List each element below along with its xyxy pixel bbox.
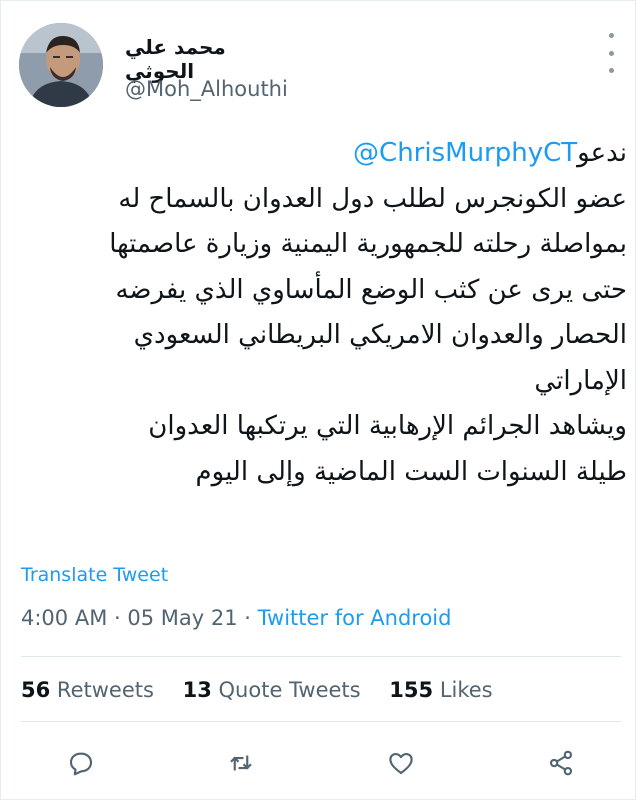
tweet-line-6: الإماراتي <box>534 365 627 396</box>
author-display-name[interactable]: محمد علي الحوثي <box>125 35 300 83</box>
likes-stat[interactable]: 155 Likes <box>389 678 492 702</box>
divider <box>21 656 621 657</box>
likes-label: Likes <box>439 678 493 702</box>
author-handle[interactable]: @Moh_Alhouthi <box>125 77 288 101</box>
tweet-source[interactable]: Twitter for Android <box>258 606 452 630</box>
retweets-count: 56 <box>21 678 51 702</box>
avatar[interactable] <box>19 23 103 107</box>
retweets-label: Retweets <box>56 678 154 702</box>
tweet-meta: 4:00 AM · 05 May 21 · Twitter for Androi… <box>21 606 451 630</box>
tweet-card: محمد علي الحوثي @Moh_Alhouthi ندعو@Chris… <box>0 0 636 800</box>
share-button[interactable] <box>541 743 581 783</box>
quote-tweets-stat[interactable]: 13 Quote Tweets <box>183 678 361 702</box>
tweet-line-8: طيلة السنوات الست الماضية وإلى اليوم <box>195 456 627 487</box>
tweet-line-2: عضو الكونجرس لطلب دول العدوان بالسماح له <box>118 183 627 214</box>
tweet-line-text: ندعو <box>577 138 627 168</box>
quote-tweets-label: Quote Tweets <box>218 678 361 702</box>
speech-bubble-icon <box>69 752 93 776</box>
dot <box>608 50 614 56</box>
tweet-line-7: ويشاهد الجرائم الإرهابية التي يرتكبها ال… <box>148 411 627 441</box>
quote-tweets-count: 13 <box>182 678 212 702</box>
translate-tweet-link[interactable]: Translate Tweet <box>21 564 168 586</box>
dot <box>608 68 614 73</box>
action-bar <box>61 743 581 783</box>
vertical-dots-icon[interactable] <box>599 33 623 73</box>
reply-button[interactable] <box>61 743 101 783</box>
meta-separator: · <box>114 606 121 630</box>
like-button[interactable] <box>381 743 421 783</box>
tweet-line-4: حتى يرى عن كثب الوضع المأساوي الذي يفرضه <box>115 274 627 305</box>
divider <box>21 721 621 722</box>
avatar-portrait <box>19 23 103 107</box>
dot <box>608 33 614 38</box>
tweet-time[interactable]: 4:00 AM <box>21 606 107 630</box>
likes-count: 155 <box>389 678 434 702</box>
tweet-date[interactable]: 05 May 21 <box>127 606 237 630</box>
tweet-line-1: ندعو@ChrisMurphyCT <box>19 131 627 177</box>
mention-link[interactable]: @ChrisMurphyCT <box>353 138 577 168</box>
meta-separator: · <box>244 606 251 630</box>
tweet-line-5: الحصار والعدوان الامريكي البريطاني السعو… <box>133 320 627 350</box>
retweet-arrows-icon <box>230 755 252 771</box>
tweet-text: ندعو@ChrisMurphyCT عضو الكونجرس لطلب دول… <box>19 131 627 495</box>
share-nodes-icon <box>549 750 573 776</box>
tweet-line-3: بمواصلة رحلته للجمهورية اليمنية وزيارة ع… <box>109 229 627 259</box>
retweets-stat[interactable]: 56 Retweets <box>21 678 154 702</box>
retweet-button[interactable] <box>221 743 261 783</box>
heart-icon <box>389 752 413 775</box>
engagement-stats: 56 Retweets 13 Quote Tweets 155 Likes <box>21 678 515 702</box>
